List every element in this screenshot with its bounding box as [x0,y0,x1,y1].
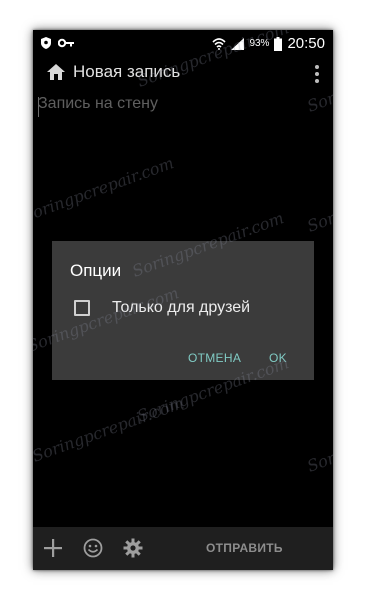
smile-icon[interactable] [83,538,103,558]
watermark: Soringpcrepair.com [33,153,177,226]
wifi-icon [212,38,227,50]
watermark: Soringpcrepair.com [304,403,333,476]
send-button[interactable]: ОТПРАВИТЬ [206,541,283,555]
bottom-toolbar: ОТПРАВИТЬ [33,527,333,570]
battery-percent: 93% [249,38,270,49]
friends-only-checkbox[interactable] [74,300,90,316]
ok-button[interactable]: OK [269,351,287,365]
page-title: Новая запись [73,62,181,81]
plus-icon[interactable] [43,538,63,558]
home-icon[interactable] [46,63,66,81]
cancel-button[interactable]: ОТМЕНА [188,351,241,365]
status-bar-left [41,37,74,49]
status-bar: 93% 20:50 [33,30,333,56]
status-bar-right: 93% 20:50 [212,35,325,52]
friends-only-label[interactable]: Только для друзей [112,299,250,317]
watermark: Soringpcrepair.com [33,393,187,466]
post-text-input[interactable]: Запись на стену [38,95,158,113]
phone-screen: 93% 20:50 Новая запись Запись на стену О… [33,30,333,570]
gear-icon[interactable] [123,538,143,558]
signal-icon [231,37,245,50]
app-bar: Новая запись [33,56,333,90]
dialog-title: Опции [70,261,122,280]
more-vert-icon[interactable] [314,64,320,84]
battery-icon [274,36,283,51]
clock: 20:50 [287,35,325,52]
watermark: Soringpcrepair.com [304,163,333,236]
key-icon [58,38,74,48]
options-dialog: Опции Только для друзей ОТМЕНА OK [52,241,314,380]
shield-icon [41,37,51,49]
